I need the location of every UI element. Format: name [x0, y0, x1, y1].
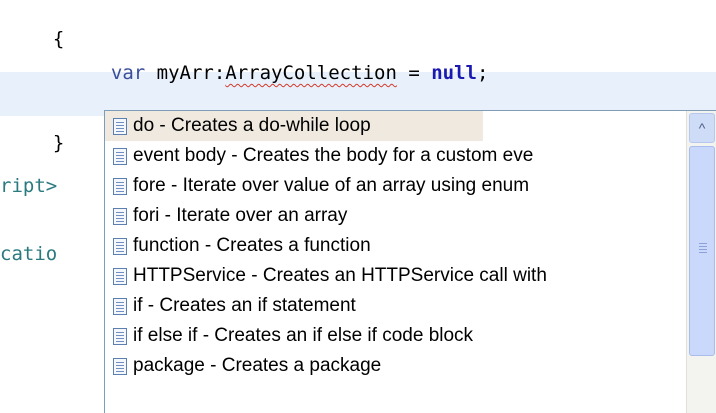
- completion-item-label: if - Creates an if statement: [133, 295, 356, 316]
- scroll-grip-icon: [699, 243, 707, 255]
- scroll-up-arrow-icon[interactable]: ^: [689, 113, 715, 143]
- completion-item[interactable]: event body - Creates the body for a cust…: [105, 141, 683, 171]
- template-icon: [113, 267, 127, 285]
- completion-item[interactable]: if - Creates an if statement: [105, 291, 683, 321]
- var-name: myArr:: [145, 62, 226, 84]
- completion-item-label: event body - Creates the body for a cust…: [133, 145, 534, 166]
- completion-item-label: HTTPService - Creates an HTTPService cal…: [133, 265, 547, 286]
- completion-item[interactable]: fori - Iterate over an array: [105, 201, 683, 231]
- completion-item[interactable]: HTTPService - Creates an HTTPService cal…: [105, 261, 683, 291]
- var-keyword: var: [110, 62, 146, 84]
- completion-item-label: do - Creates a do-while loop: [133, 115, 371, 136]
- completion-item-label: fori - Iterate over an array: [133, 205, 348, 226]
- code-line-close-brace: }: [30, 110, 64, 154]
- code-line-var-declaration[interactable]: var myArr:ArrayCollection = null;: [88, 40, 489, 84]
- code-fragment-script-tag: ript>: [0, 175, 58, 197]
- code-fragment-application: catio: [0, 243, 58, 265]
- template-icon: [113, 237, 127, 255]
- completion-item-label: function - Creates a function: [133, 235, 371, 256]
- code-completion-popup[interactable]: do - Creates a do-while loop event body …: [104, 110, 716, 413]
- semicolon: ;: [476, 62, 489, 84]
- completion-item[interactable]: do - Creates a do-while loop: [105, 111, 483, 141]
- null-keyword: null: [431, 62, 477, 84]
- completion-item[interactable]: package - Creates a package: [105, 351, 683, 381]
- template-icon: [113, 327, 127, 345]
- open-brace: {: [52, 28, 65, 50]
- template-icon: [113, 297, 127, 315]
- completion-item-label: if else if - Creates an if else if code …: [133, 325, 474, 346]
- template-icon: [113, 357, 127, 375]
- scroll-thumb[interactable]: [689, 146, 715, 356]
- template-icon: [113, 207, 127, 225]
- completion-item-label: fore - Iterate over value of an array us…: [133, 175, 530, 196]
- completion-item[interactable]: if else if - Creates an if else if code …: [105, 321, 683, 351]
- template-icon: [113, 117, 127, 135]
- template-icon: [113, 147, 127, 165]
- completion-scrollbar[interactable]: ^: [686, 111, 716, 413]
- code-line-open-brace: {: [30, 6, 64, 50]
- type-with-error: ArrayCollection: [225, 62, 397, 84]
- completion-item[interactable]: fore - Iterate over value of an array us…: [105, 171, 683, 201]
- assign-op: =: [396, 62, 432, 84]
- template-icon: [113, 177, 127, 195]
- close-brace: }: [52, 132, 65, 154]
- completion-item-label: package - Creates a package: [133, 355, 382, 376]
- completion-list[interactable]: do - Creates a do-while loop event body …: [105, 111, 683, 381]
- completion-item[interactable]: function - Creates a function: [105, 231, 683, 261]
